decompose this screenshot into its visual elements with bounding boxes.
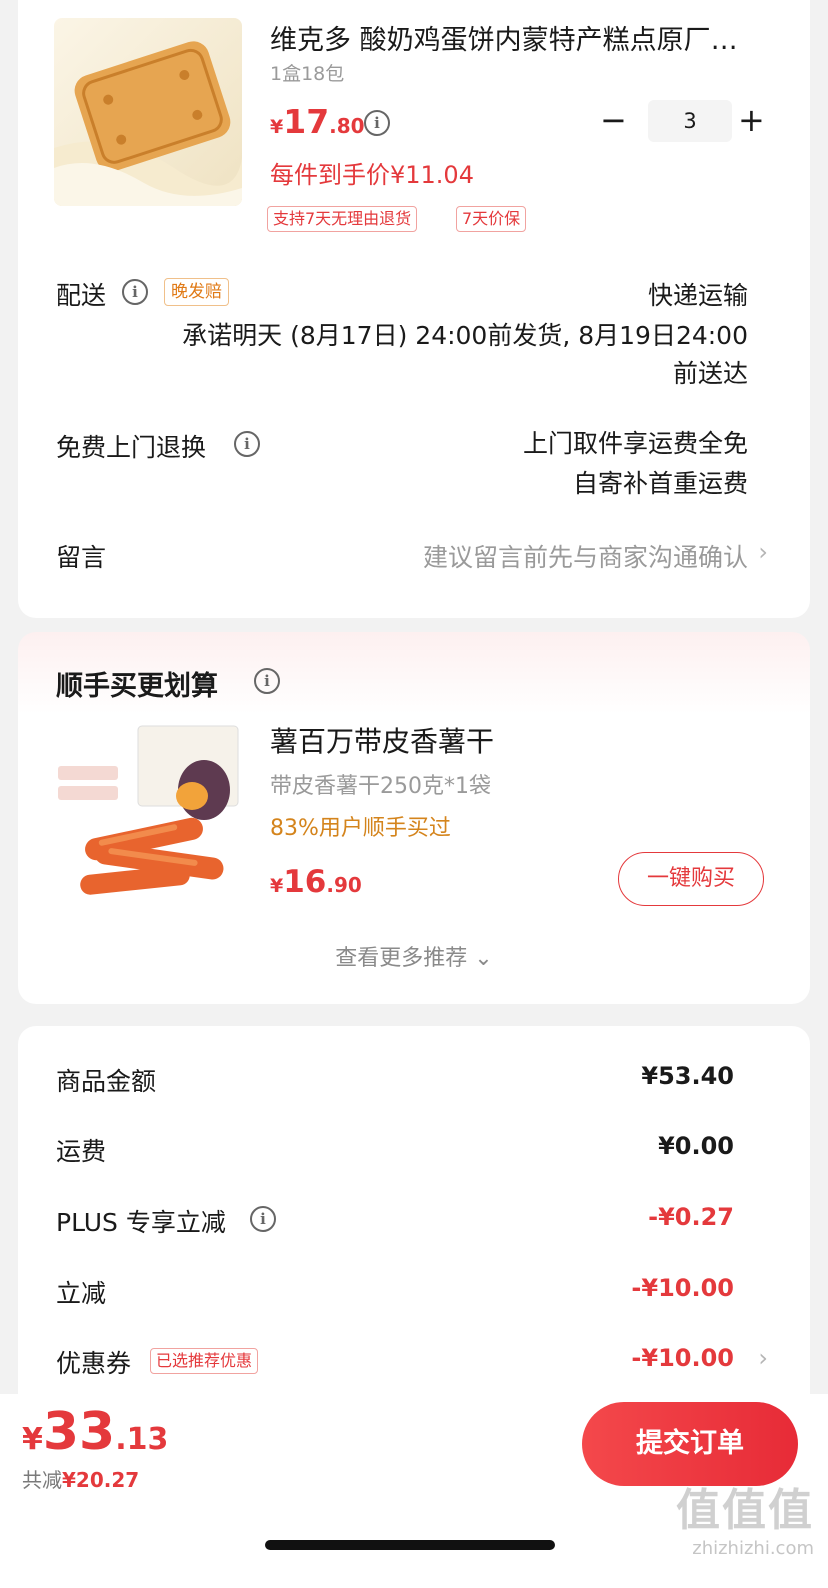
quantity-stepper[interactable]: 3 xyxy=(648,100,732,142)
product-title[interactable]: 维克多 酸奶鸡蛋饼内蒙特产糕点原厂… xyxy=(270,18,760,57)
chevron-right-icon[interactable]: › xyxy=(758,1344,768,1372)
plus-icon[interactable]: + xyxy=(738,104,765,136)
delivery-method[interactable]: 快递运输 xyxy=(648,276,748,312)
shipping-label: 运费 xyxy=(56,1137,107,1166)
delivery-label: 配送 xyxy=(56,281,107,310)
plus-discount-label: PLUS 专享立减 xyxy=(56,1208,226,1237)
price-symbol: ¥ xyxy=(270,875,284,897)
price-symbol: ¥ xyxy=(270,116,284,138)
price-decimal: .90 xyxy=(326,873,362,897)
watermark: 值值值 xyxy=(676,1485,814,1536)
savings-label: 共减 xyxy=(22,1468,62,1492)
free-return-line2: 自寄补首重运费 xyxy=(572,469,748,498)
info-icon[interactable]: i xyxy=(364,110,390,136)
coupon-selected-tag: 已选推荐优惠 xyxy=(150,1348,259,1374)
one-click-buy-button[interactable]: 一键购买 xyxy=(618,852,764,906)
shipping-value: ¥0.00 xyxy=(658,1132,734,1160)
price-protect-tag: 7天价保 xyxy=(456,206,527,232)
order-summary-card: 商品金额 ¥53.40 运费 ¥0.00 PLUS 专享立减 i -¥0.27 … xyxy=(18,1026,810,1446)
recommend-item-image[interactable] xyxy=(54,720,242,908)
sweet-potato-image xyxy=(54,720,242,908)
total-price: ¥33.13 xyxy=(22,1402,168,1462)
coupon-label: 优惠券 xyxy=(56,1349,132,1378)
product-image[interactable] xyxy=(54,18,242,206)
subtotal-label: 商品金额 xyxy=(56,1067,157,1096)
product-card: 维克多 酸奶鸡蛋饼内蒙特产糕点原厂… 1盒18包 ¥17.80 i 每件到手价¥… xyxy=(18,0,810,618)
recommend-item-popularity: 83%用户顺手买过 xyxy=(270,816,451,841)
free-return-label: 免费上门退换 xyxy=(56,433,207,462)
product-spec: 1盒18包 xyxy=(270,63,345,85)
return-policy-tag: 支持7天无理由退货 xyxy=(267,206,418,232)
info-icon[interactable]: i xyxy=(234,431,260,457)
recommend-item-title[interactable]: 薯百万带皮香薯干 xyxy=(270,720,494,760)
watermark-url: zhizhizhi.com xyxy=(692,1538,814,1559)
recommend-card: 顺手买更划算 i 薯百万带皮香薯干 带皮香薯干250克*1袋 83%用户顺手买过… xyxy=(18,632,810,1004)
price-decimal: .80 xyxy=(329,114,365,138)
late-compensation-tag: 晚发赔 xyxy=(164,278,229,306)
product-price: ¥17.80 xyxy=(270,102,365,141)
plus-discount-value: -¥0.27 xyxy=(648,1203,734,1231)
recommend-item-price: ¥16.90 xyxy=(270,864,362,900)
free-return-line1: 上门取件享运费全免 xyxy=(522,429,748,458)
info-icon[interactable]: i xyxy=(250,1206,276,1232)
minus-icon[interactable]: − xyxy=(600,104,627,136)
chevron-right-icon[interactable]: › xyxy=(758,538,768,566)
message-input[interactable]: 建议留言前先与商家沟通确认 xyxy=(423,538,748,574)
instant-discount-label: 立减 xyxy=(56,1279,107,1308)
more-recommendations-link[interactable]: 查看更多推荐 ⌄ xyxy=(18,940,810,972)
home-indicator[interactable] xyxy=(265,1540,555,1550)
total-savings: 共减¥20.27 xyxy=(22,1464,139,1493)
price-integer: 16 xyxy=(283,864,327,900)
egg-biscuit-image xyxy=(54,18,242,206)
total-decimal: .13 xyxy=(115,1422,169,1457)
price-integer: 17 xyxy=(283,102,330,141)
total-integer: 33 xyxy=(42,1402,116,1462)
total-symbol: ¥ xyxy=(22,1422,43,1457)
recommend-item-spec: 带皮香薯干250克*1袋 xyxy=(270,774,491,799)
coupon-value[interactable]: -¥10.00 xyxy=(631,1344,734,1372)
info-icon[interactable]: i xyxy=(122,279,148,305)
message-label: 留言 xyxy=(56,543,107,572)
delivery-promise-line2: 前送达 xyxy=(672,359,748,388)
instant-discount-value: -¥10.00 xyxy=(631,1274,734,1302)
recommend-heading: 顺手买更划算 xyxy=(56,671,218,702)
checkout-bar: ¥33.13 共减¥20.27 提交订单 值值值 zhizhizhi.com xyxy=(0,1394,828,1588)
subtotal-value: ¥53.40 xyxy=(641,1062,734,1090)
info-icon[interactable]: i xyxy=(254,668,280,694)
savings-value: ¥20.27 xyxy=(62,1468,140,1492)
delivery-promise-line1: 承诺明天 (8月17日) 24:00前发货, 8月19日24:00 xyxy=(182,321,748,350)
final-price: 每件到手价¥11.04 xyxy=(270,161,474,189)
